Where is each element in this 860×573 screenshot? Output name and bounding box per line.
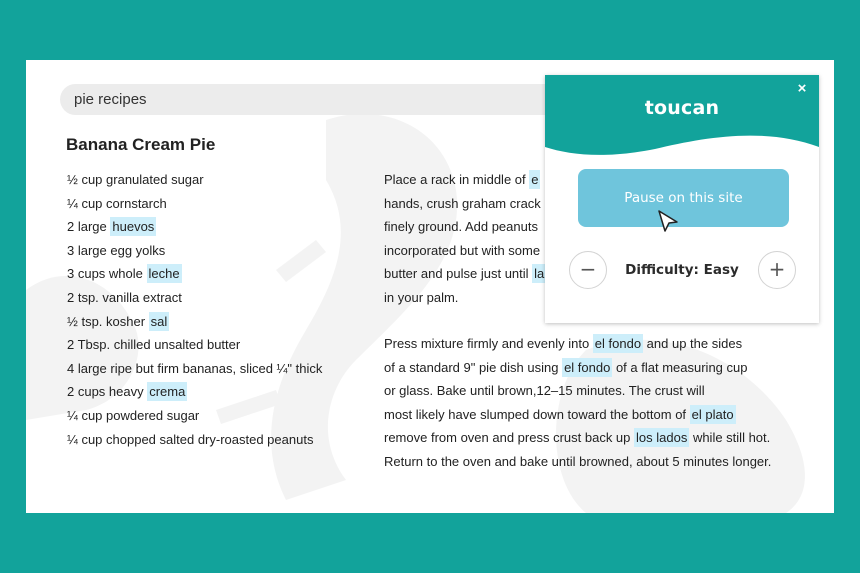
text-segment: 3 large egg yolks	[67, 242, 166, 258]
text-segment: 4 large ripe but firm bananas, sliced ¼"…	[67, 360, 323, 376]
toucan-logo: toucan	[644, 97, 720, 119]
close-icon[interactable]: ×	[794, 81, 810, 97]
ingredient-item: 3 cups whole leche	[67, 262, 322, 286]
text-segment: 2 cups heavy	[67, 384, 148, 400]
search-query: pie recipes	[74, 91, 147, 108]
text-segment: Place a rack in middle of	[384, 172, 530, 187]
pause-on-site-button[interactable]: Pause on this site	[578, 169, 789, 227]
directions-line: Press mixture firmly and evenly into el …	[384, 332, 814, 356]
translated-word-highlight[interactable]: el fondo	[592, 334, 644, 353]
text-segment: most likely have slumped down toward the…	[384, 406, 690, 422]
directions-line: most likely have slumped down toward the…	[384, 403, 814, 427]
text-segment: and up the sides	[643, 336, 743, 351]
translated-word-highlight[interactable]: e	[529, 170, 541, 189]
ingredient-item: ¼ cup chopped salted dry-roasted peanuts	[67, 428, 322, 452]
ingredients-list: ½ cup granulated sugar ¼ cup cornstarch 2 …	[67, 168, 322, 451]
text-segment: 2 large	[67, 219, 111, 235]
decrease-difficulty-button[interactable]: −	[569, 251, 607, 289]
mouse-pointer-icon	[658, 210, 678, 232]
text-segment: of a flat measuring cup	[612, 359, 748, 375]
toucan-extension-popup: toucan × Pause on this site − Difficulty…	[545, 75, 819, 323]
text-segment: 3 cups whole	[67, 266, 147, 282]
text-segment: incorporated but with some	[384, 242, 541, 258]
text-segment: of a standard 9" pie dish using	[384, 359, 563, 375]
ingredient-item: ¼ cup powdered sugar	[67, 404, 322, 428]
text-segment: ¼ cup powdered sugar	[67, 407, 200, 423]
text-segment: finely ground. Add peanuts	[384, 219, 538, 234]
text-segment: ½ cup granulated sugar	[67, 172, 204, 187]
text-segment: hands, crush graham crack	[384, 195, 541, 211]
directions-line: remove from oven and press crust back up…	[384, 426, 814, 450]
text-segment: or glass. Bake until brown,12–15 minutes…	[384, 383, 705, 398]
translated-word-highlight[interactable]: crema	[147, 382, 188, 402]
directions-line: Return to the oven and bake until browne…	[384, 450, 814, 474]
directions-paragraph-2: Press mixture firmly and evenly into el …	[384, 332, 814, 473]
text-segment: Return to the oven and bake until browne…	[384, 453, 772, 469]
difficulty-label: Difficulty: Easy	[625, 262, 739, 278]
directions-line: or glass. Bake until brown,12–15 minutes…	[384, 379, 814, 403]
ingredient-item: 2 cups heavy crema	[67, 380, 322, 404]
search-bar[interactable]: pie recipes	[60, 84, 580, 115]
ingredient-item: 2 Tbsp. chilled unsalted butter	[67, 333, 322, 357]
text-segment: in your palm.	[384, 289, 459, 305]
ingredient-item: 3 large egg yolks	[67, 239, 322, 263]
text-segment: Press mixture firmly and evenly into	[384, 336, 593, 351]
translated-word-highlight[interactable]: sal	[148, 311, 170, 331]
text-segment: remove from oven and press crust back up	[384, 430, 635, 445]
text-segment: butter and pulse just until	[384, 266, 533, 281]
increase-difficulty-button[interactable]: +	[758, 251, 796, 289]
translated-word-highlight[interactable]: leche	[146, 264, 182, 284]
ingredient-item: 2 large huevos	[67, 215, 322, 239]
translated-word-highlight[interactable]: los lados	[634, 428, 690, 447]
text-segment: ½ tsp. kosher	[67, 313, 149, 329]
text-segment: ¼ cup cornstarch	[67, 195, 167, 211]
text-segment: while still hot.	[689, 430, 771, 445]
recipe-title: Banana Cream Pie	[66, 135, 216, 154]
text-segment: 2 Tbsp. chilled unsalted butter	[67, 337, 241, 353]
ingredient-item: ½ tsp. kosher sal	[67, 310, 322, 334]
translated-word-highlight[interactable]: huevos	[110, 217, 157, 237]
text-segment: ¼ cup chopped salted dry-roasted peanuts	[67, 431, 314, 447]
translated-word-highlight[interactable]: el fondo	[562, 357, 613, 377]
difficulty-control: − Difficulty: Easy +	[545, 251, 819, 289]
translated-word-highlight[interactable]: el plato	[689, 404, 736, 424]
ingredient-item: ½ cup granulated sugar	[67, 168, 322, 192]
directions-line: of a standard 9" pie dish using el fondo…	[384, 356, 814, 380]
ingredient-item: 2 tsp. vanilla extract	[67, 286, 322, 310]
text-segment: 2 tsp. vanilla extract	[67, 289, 182, 305]
ingredient-item: 4 large ripe but firm bananas, sliced ¼"…	[67, 357, 322, 381]
ingredient-item: ¼ cup cornstarch	[67, 192, 322, 216]
